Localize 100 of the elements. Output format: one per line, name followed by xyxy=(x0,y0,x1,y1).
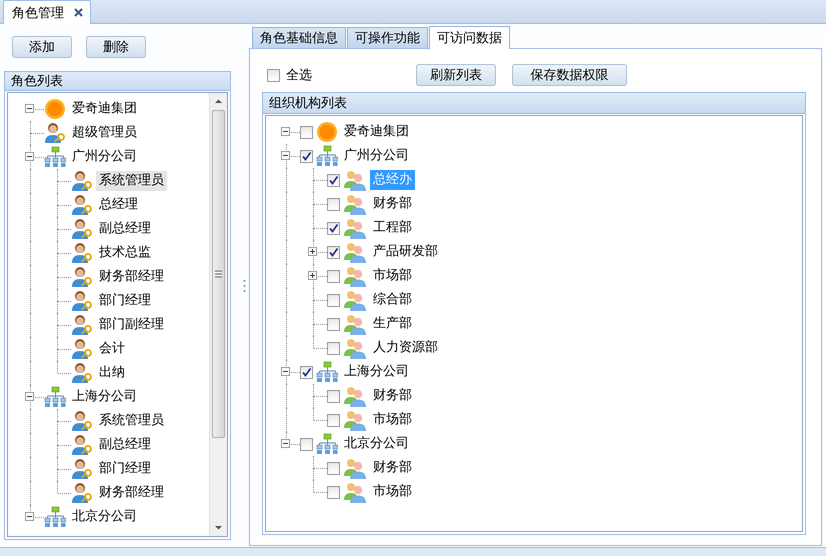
tree-item[interactable]: 广州分公司 xyxy=(69,147,140,167)
collapse-icon[interactable] xyxy=(25,104,34,113)
tree-item[interactable]: 财务部经理 xyxy=(96,267,167,287)
toolbar-button[interactable]: 删除 xyxy=(86,36,146,58)
checkbox[interactable] xyxy=(327,486,340,498)
tree-item[interactable]: 财务部经理 xyxy=(96,483,167,503)
expand-icon[interactable] xyxy=(308,247,317,256)
user-group-icon xyxy=(343,481,367,503)
tree-item[interactable]: 爱奇迪集团 xyxy=(69,99,140,119)
user-group-icon xyxy=(343,217,367,239)
tab[interactable]: 可操作功能 xyxy=(347,27,428,48)
checkbox[interactable] xyxy=(267,68,280,82)
tree-item[interactable]: 上海分公司 xyxy=(341,362,412,382)
toolbar-button[interactable]: 添加 xyxy=(12,36,72,58)
user-group-icon xyxy=(343,289,367,311)
user-key-icon xyxy=(71,170,93,192)
expand-icon[interactable] xyxy=(308,271,317,280)
toolbar-button[interactable]: 刷新列表 xyxy=(416,64,496,86)
sun-icon xyxy=(44,98,66,120)
tab[interactable]: 角色基础信息 xyxy=(252,27,346,48)
tree-item[interactable]: 市场部 xyxy=(370,266,415,286)
checkbox[interactable] xyxy=(327,294,340,306)
checkbox[interactable] xyxy=(327,414,340,426)
user-key-icon xyxy=(71,338,93,360)
tree-item[interactable]: 会计 xyxy=(96,339,128,359)
tree-item[interactable]: 系统管理员 xyxy=(96,171,167,191)
user-group-icon xyxy=(343,193,367,215)
checkbox[interactable] xyxy=(327,270,340,282)
collapse-icon[interactable] xyxy=(281,127,290,136)
tree-item[interactable]: 人力资源部 xyxy=(370,338,441,358)
checkbox[interactable] xyxy=(327,390,340,402)
checkbox[interactable] xyxy=(327,318,340,330)
org-chart-icon xyxy=(316,361,338,383)
tree-item[interactable]: 副总经理 xyxy=(96,435,154,455)
user-group-icon xyxy=(343,457,367,479)
sun-icon xyxy=(316,121,338,143)
org-chart-icon xyxy=(316,145,338,167)
user-key-icon xyxy=(71,434,93,456)
collapse-icon[interactable] xyxy=(25,512,34,521)
tree-item[interactable]: 广州分公司 xyxy=(341,146,412,166)
user-group-icon xyxy=(343,409,367,431)
user-key-icon xyxy=(71,410,93,432)
user-key-icon xyxy=(71,290,93,312)
tree-item[interactable]: 市场部 xyxy=(370,410,415,430)
tree-item[interactable]: 部门副经理 xyxy=(96,315,167,335)
tree-item[interactable]: 爱奇迪集团 xyxy=(341,122,412,142)
checkbox[interactable] xyxy=(300,150,313,162)
checkbox[interactable] xyxy=(327,222,340,234)
user-key-icon xyxy=(44,122,66,144)
org-chart-icon xyxy=(44,506,66,528)
tab[interactable]: 角色管理 xyxy=(3,0,91,24)
user-key-icon xyxy=(71,362,93,384)
collapse-icon[interactable] xyxy=(25,392,34,401)
tree-item[interactable]: 部门经理 xyxy=(96,459,154,479)
tree-item[interactable]: 工程部 xyxy=(370,218,415,238)
user-key-icon xyxy=(71,218,93,240)
checkbox[interactable] xyxy=(327,246,340,258)
collapse-icon[interactable] xyxy=(281,367,290,376)
tree-item[interactable]: 财务部 xyxy=(370,386,415,406)
user-group-icon xyxy=(343,337,367,359)
tab[interactable]: 可访问数据 xyxy=(429,26,510,49)
user-key-icon xyxy=(71,314,93,336)
checkbox[interactable] xyxy=(327,174,340,186)
tree-item[interactable]: 北京分公司 xyxy=(341,434,412,454)
user-key-icon xyxy=(71,482,93,504)
checkbox-label[interactable]: 全选 xyxy=(286,66,312,84)
tree-item[interactable]: 技术总监 xyxy=(96,243,154,263)
tree-item[interactable]: 总经理 xyxy=(96,195,141,215)
checkbox[interactable] xyxy=(300,126,313,138)
tree-item[interactable]: 综合部 xyxy=(370,290,415,310)
close-icon[interactable] xyxy=(74,8,83,17)
tree-item[interactable]: 副总经理 xyxy=(96,219,154,239)
collapse-icon[interactable] xyxy=(281,151,290,160)
tree-item[interactable]: 市场部 xyxy=(370,482,415,502)
tree-item[interactable]: 财务部 xyxy=(370,194,415,214)
tree-item[interactable]: 上海分公司 xyxy=(69,387,140,407)
panel-title: 组织机构列表 xyxy=(269,95,347,112)
tree-item[interactable]: 北京分公司 xyxy=(69,507,140,527)
tree-item[interactable]: 生产部 xyxy=(370,314,415,334)
checkbox[interactable] xyxy=(300,366,313,378)
toolbar-button[interactable]: 保存数据权限 xyxy=(512,64,627,86)
collapse-icon[interactable] xyxy=(281,439,290,448)
user-key-icon xyxy=(71,266,93,288)
checkbox[interactable] xyxy=(327,198,340,210)
splitter-handle[interactable] xyxy=(243,278,246,292)
collapse-icon[interactable] xyxy=(25,152,34,161)
tree-item[interactable]: 财务部 xyxy=(370,458,415,478)
tree-item[interactable]: 产品研发部 xyxy=(370,242,441,262)
checkbox[interactable] xyxy=(300,438,313,450)
scrollbar-thumb[interactable] xyxy=(212,110,225,438)
tree-item[interactable]: 部门经理 xyxy=(96,291,154,311)
user-key-icon xyxy=(71,242,93,264)
org-chart-icon xyxy=(44,386,66,408)
scrollbar[interactable] xyxy=(209,93,227,536)
checkbox[interactable] xyxy=(327,462,340,474)
checkbox[interactable] xyxy=(327,342,340,354)
tree-item[interactable]: 出纳 xyxy=(96,363,128,383)
tab-label: 角色管理 xyxy=(12,4,64,22)
tree-item[interactable]: 系统管理员 xyxy=(96,411,167,431)
tree-item[interactable]: 超级管理员 xyxy=(69,123,140,143)
